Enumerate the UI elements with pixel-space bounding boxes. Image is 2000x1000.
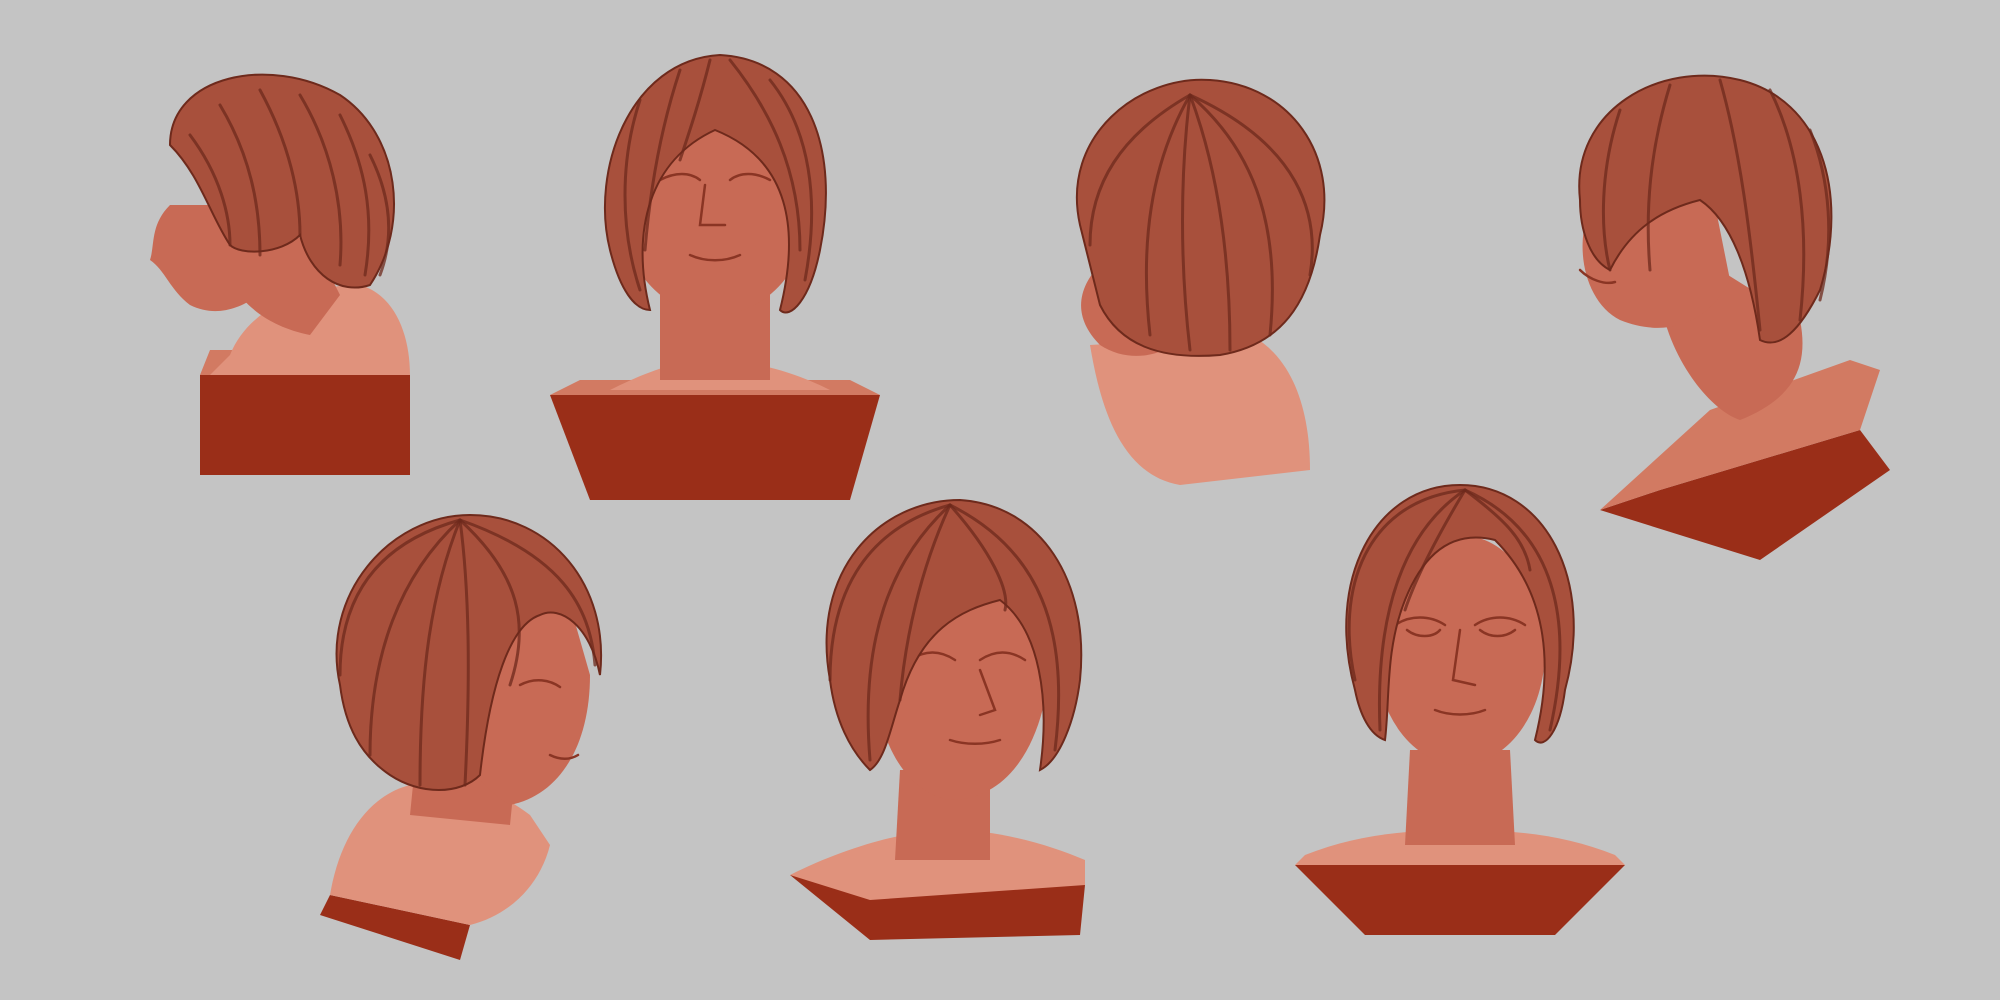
bust-right-three-quarter <box>310 513 610 965</box>
bust-right-front-three-quarter-figure <box>790 498 1085 940</box>
bust-front-low-angle-figure <box>550 53 880 500</box>
bust-right-three-quarter-figure <box>320 513 603 960</box>
bust-front-view <box>1295 480 1625 940</box>
sculpt-turnaround-canvas <box>0 0 2000 1000</box>
bust-back-three-quarter-figure <box>1075 78 1326 485</box>
bust-left-profile-figure <box>150 73 410 475</box>
bust-right-front-three-quarter <box>790 498 1100 940</box>
bust-back-three-quarter <box>1060 75 1340 495</box>
bust-left-profile <box>110 55 410 485</box>
bust-front-view-figure <box>1295 483 1625 935</box>
bust-front-low-angle <box>550 50 880 510</box>
